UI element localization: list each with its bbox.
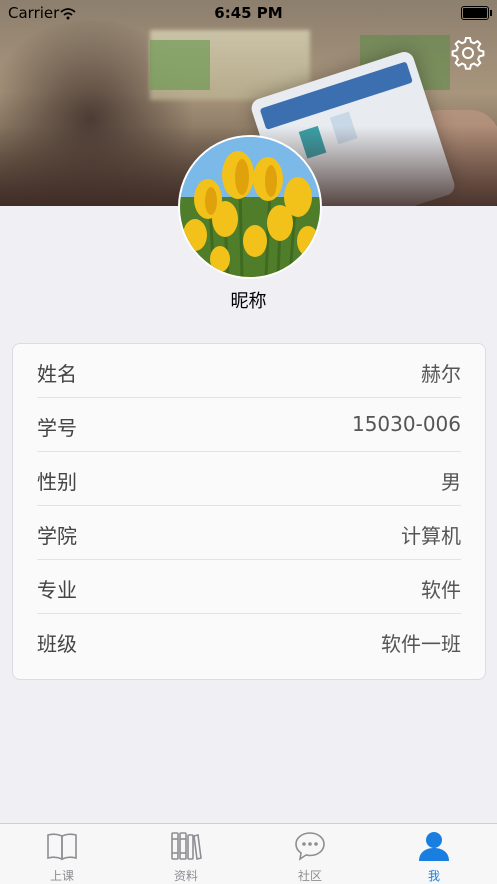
- info-row-gender: 性别 男: [37, 452, 461, 506]
- info-value: 软件: [421, 578, 461, 602]
- status-time: 6:45 PM: [214, 4, 283, 22]
- tab-label: 我: [427, 869, 440, 883]
- chat-bubble-icon: [295, 832, 325, 861]
- settings-gear-button[interactable]: [449, 34, 487, 72]
- tab-bar: 上课 资料 社区 我: [0, 823, 497, 884]
- status-bar: Carrier 6:45 PM: [0, 0, 497, 26]
- battery-icon: [461, 6, 492, 20]
- info-row-major: 专业 软件: [37, 560, 461, 614]
- tab-community[interactable]: 社区: [248, 824, 372, 884]
- info-row-class: 班级 软件一班: [37, 614, 461, 667]
- info-label: 学号: [37, 416, 77, 440]
- book-icon: [47, 833, 77, 861]
- person-icon: [419, 832, 449, 861]
- tab-class[interactable]: 上课: [0, 824, 124, 884]
- info-label: 学院: [37, 524, 77, 548]
- gear-icon: [451, 37, 485, 70]
- tab-label: 上课: [49, 869, 74, 883]
- avatar-tulip-image: [180, 137, 320, 277]
- library-icon: [171, 832, 202, 860]
- info-value: 15030-006: [351, 412, 461, 436]
- info-label: 姓名: [37, 362, 77, 386]
- tab-materials[interactable]: 资料: [124, 824, 248, 884]
- tab-me[interactable]: 我: [372, 824, 496, 884]
- info-row-student-id: 学号 15030-006: [37, 398, 461, 452]
- info-label: 专业: [37, 578, 77, 602]
- info-value: 男: [441, 470, 461, 494]
- info-card: 姓名 赫尔 学号 15030-006 性别 男 学院 计算机 专业 软件 班级 …: [12, 343, 486, 680]
- info-value: 软件一班: [381, 632, 461, 656]
- info-value: 赫尔: [421, 362, 461, 386]
- info-row-college: 学院 计算机: [37, 506, 461, 560]
- avatar[interactable]: [178, 135, 322, 279]
- tab-label: 资料: [173, 869, 198, 883]
- tab-label: 社区: [297, 869, 322, 883]
- info-row-name: 姓名 赫尔: [37, 344, 461, 398]
- nickname-label[interactable]: 昵称: [0, 287, 497, 313]
- info-label: 性别: [37, 470, 77, 494]
- info-label: 班级: [37, 632, 77, 656]
- info-value: 计算机: [401, 524, 461, 548]
